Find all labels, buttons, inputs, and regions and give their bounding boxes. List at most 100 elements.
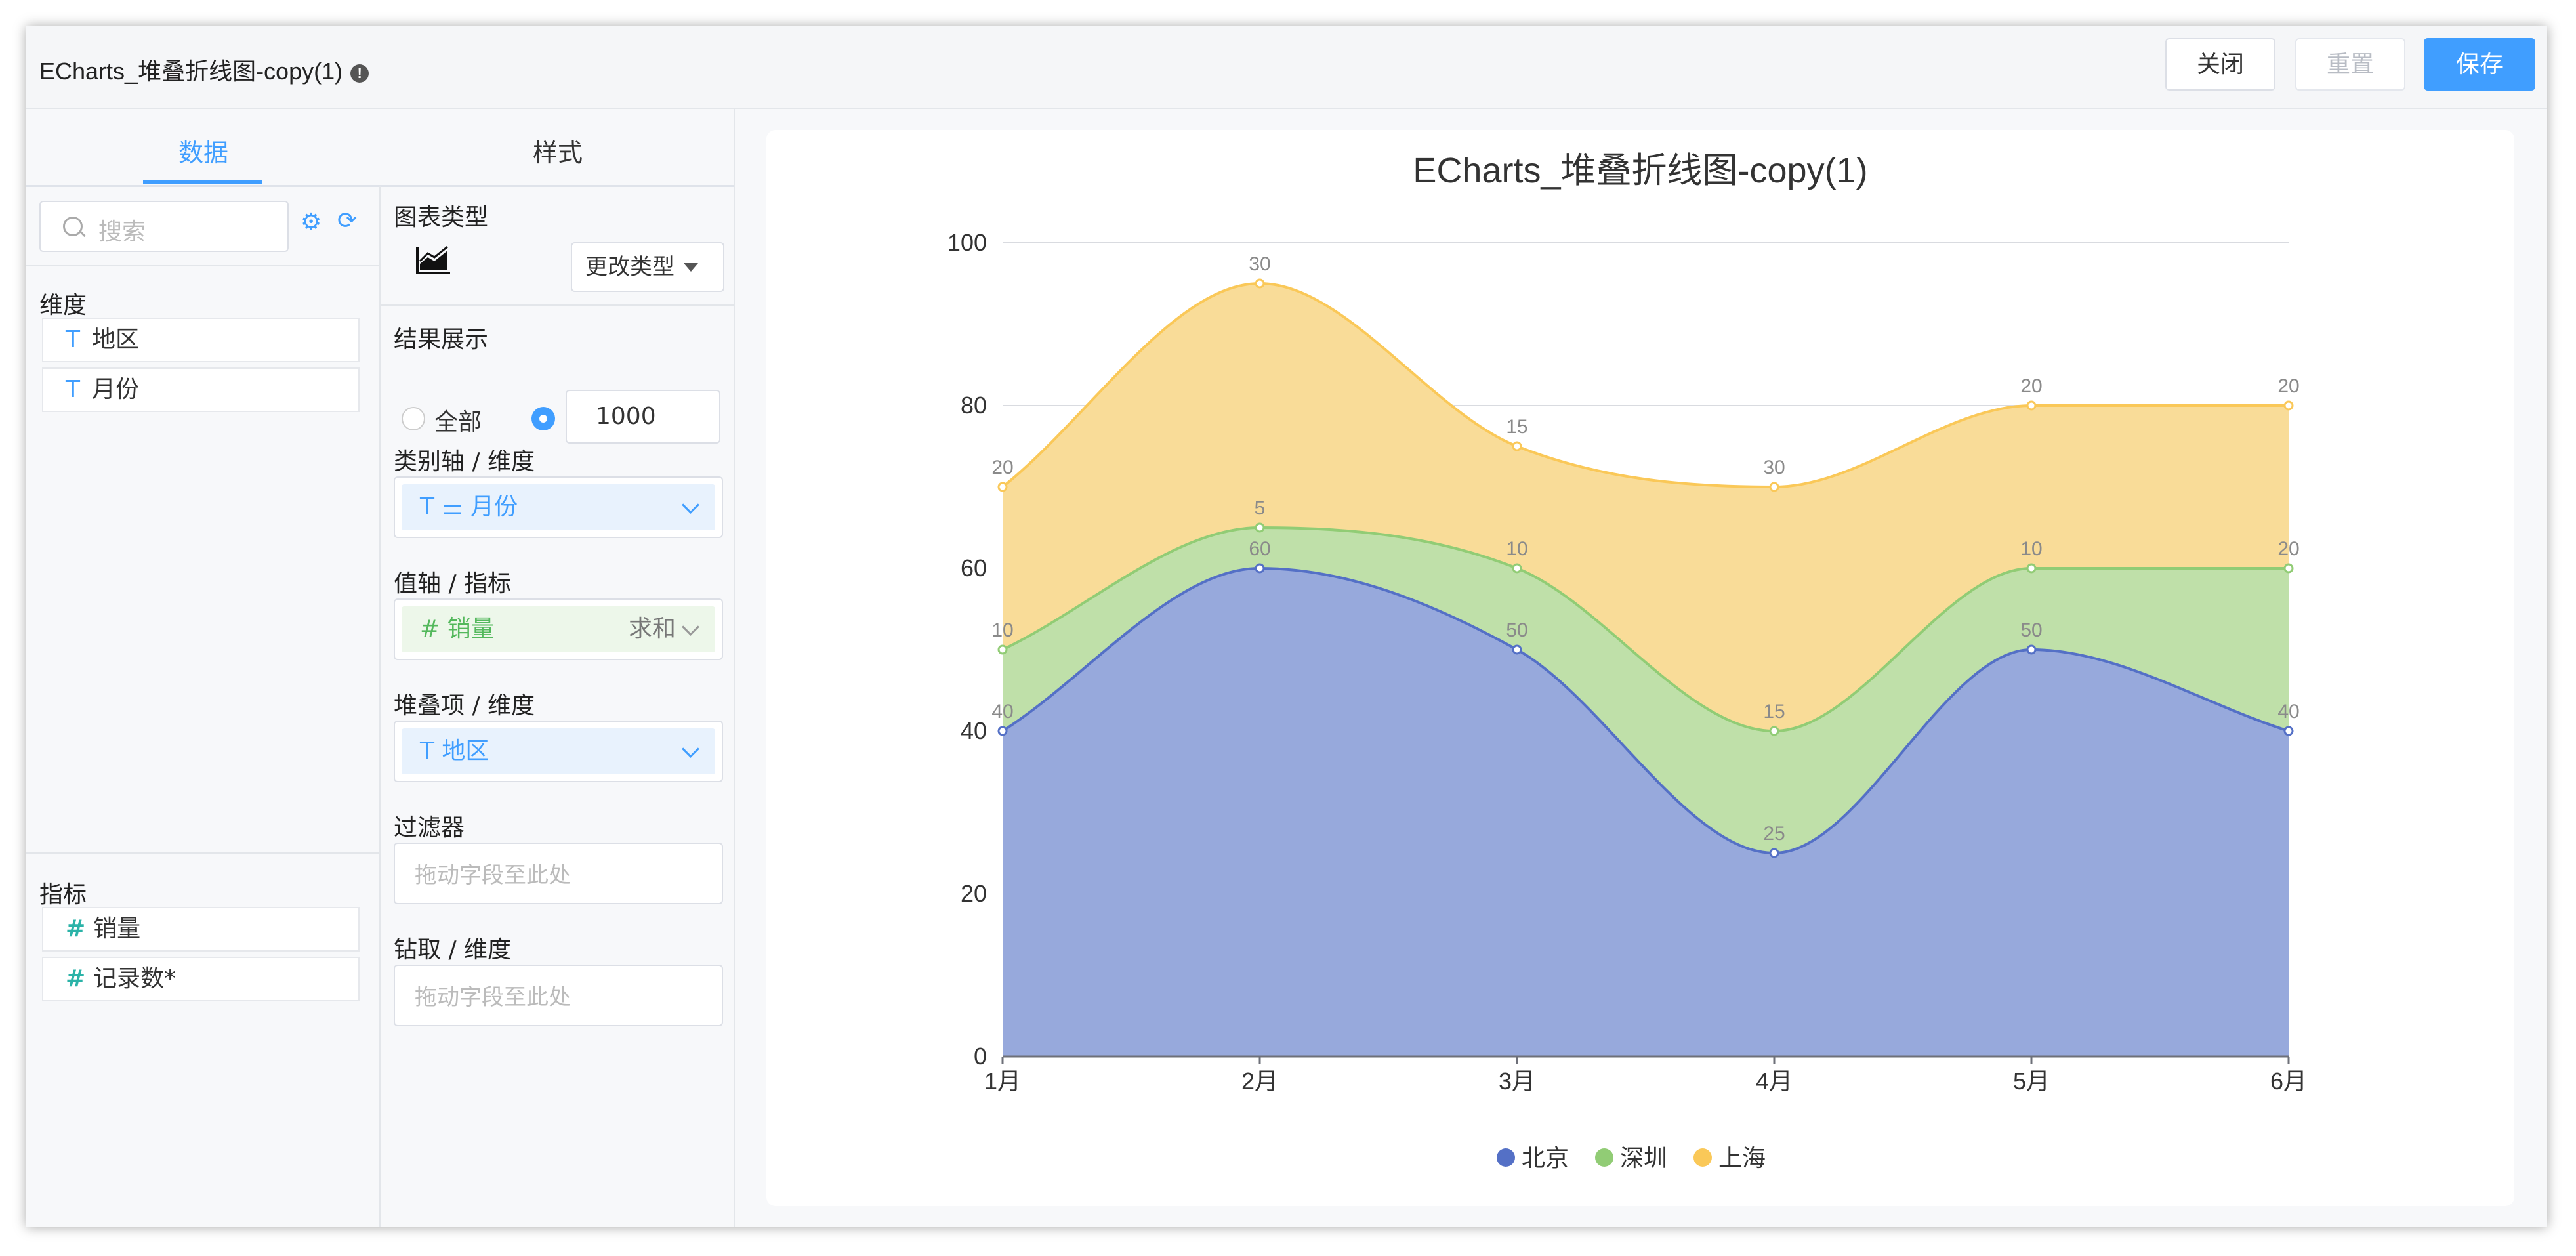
save-button[interactable]: 保存 [2424,38,2535,91]
data-point [997,726,1008,736]
legend-marker [1595,1148,1613,1167]
category-axis-chip-label: T ⚌ 月份 [420,493,518,520]
radio-limit[interactable] [531,407,555,430]
x-tick-label: 1月 [984,1068,1021,1095]
value-axis-chip[interactable]: # 销量 求和 [402,606,715,652]
y-tick-label: 40 [961,717,987,744]
data-point [1769,848,1779,858]
x-tick-label: 2月 [1241,1068,1278,1095]
category-axis-chip[interactable]: T ⚌ 月份 [402,484,715,530]
info-icon[interactable]: ! [350,64,369,83]
data-label: 60 [1249,538,1270,560]
data-label: 20 [991,457,1013,478]
divider [381,304,734,306]
area-chart-icon[interactable] [415,244,451,276]
legend-marker [1693,1148,1712,1167]
data-point [1769,726,1779,736]
legend-item-上海[interactable]: 上海 [1693,1145,1766,1172]
dimension-item-region[interactable]: T 地区 [42,318,360,362]
data-label: 50 [2020,619,2042,641]
search-input[interactable]: 搜索 [39,201,289,252]
value-axis-chip-label: # 销量 [420,616,495,642]
tab-style[interactable]: 样式 [533,133,583,169]
stack-label: 堆叠项 / 维度 [394,692,535,719]
dimension-label: 月份 [92,376,140,403]
y-tick-label: 80 [961,392,987,419]
filter-label: 过滤器 [394,814,465,841]
refresh-icon[interactable]: ⟳ [337,207,357,234]
filter-drop-zone[interactable]: 拖动字段至此处 [394,843,723,904]
dimension-item-month[interactable]: T 月份 [42,367,360,412]
stack-well[interactable]: T 地区 [394,721,723,782]
legend-label: 上海 [1718,1145,1766,1172]
legend-marker [1497,1148,1515,1167]
reset-button[interactable]: 重置 [2295,38,2405,91]
category-axis-well[interactable]: T ⚌ 月份 [394,476,723,538]
data-point [2026,400,2037,411]
data-label: 15 [1506,416,1527,438]
chevron-down-icon[interactable] [682,496,699,514]
divider [26,852,379,854]
active-tab-indicator [143,180,262,184]
filter-placeholder: 拖动字段至此处 [415,862,571,889]
radio-all-label: 全部 [434,409,482,436]
change-type-dropdown[interactable]: 更改类型 [571,242,724,292]
drill-drop-zone[interactable]: 拖动字段至此处 [394,965,723,1026]
stacked-area-chart[interactable]: ECharts_堆叠折线图-copy(1) 40 60 50 25 50 40 10 5 10 1… [766,130,2514,1206]
data-label: 30 [1249,253,1270,275]
number-type-icon: # [66,965,86,992]
divider [26,265,379,266]
data-point [997,482,1008,492]
top-bar: ECharts_堆叠折线图-copy(1)! 关闭 重置 保存 [26,26,2547,109]
text-type-icon: T [66,326,80,353]
data-label: 40 [2277,701,2299,722]
tab-data[interactable]: 数据 [178,133,228,169]
chart-title: ECharts_堆叠折线图-copy(1) [1413,151,1867,190]
data-label: 15 [1763,701,1785,722]
data-point [2283,726,2294,736]
editor-window: ECharts_堆叠折线图-copy(1)! 关闭 重置 保存 数据 样式 搜索… [26,26,2547,1227]
stack-chip[interactable]: T 地区 [402,728,715,774]
chevron-down-icon[interactable] [682,618,699,636]
data-label: 40 [991,701,1013,722]
y-tick-label: 0 [974,1043,987,1070]
legend-label: 北京 [1522,1145,1569,1172]
metric-item-record-count[interactable]: # 记录数* [42,957,360,1001]
chart-type-label: 图表类型 [394,204,489,231]
data-label: 10 [1506,538,1527,560]
radio-all[interactable] [402,407,425,430]
data-point [1255,563,1265,574]
data-label: 50 [1506,619,1527,641]
category-axis-label: 类别轴 / 维度 [394,448,535,475]
data-point [2283,400,2294,411]
close-button[interactable]: 关闭 [2165,38,2275,91]
dimensions-title: 维度 [39,292,87,319]
data-point [1512,563,1522,574]
drill-label: 钻取 / 维度 [394,936,512,963]
data-label: 5 [1255,497,1266,519]
data-label: 20 [2020,375,2042,397]
field-list: 搜索 ⚙ ⟳ 维度 T 地区 T 月份 指标 # 销量 # 记录数* [26,186,381,1227]
gear-icon[interactable]: ⚙ [301,209,322,236]
metric-item-sales[interactable]: # 销量 [42,907,360,952]
data-point [1512,644,1522,655]
data-label: 25 [1763,823,1785,845]
window-title-text: ECharts_堆叠折线图-copy(1) [39,58,343,85]
chart-card: ECharts_堆叠折线图-copy(1) 40 60 50 25 50 40 10 5 10 1… [766,130,2514,1206]
change-type-label: 更改类型 [585,254,675,280]
drill-placeholder: 拖动字段至此处 [415,984,571,1011]
y-tick-label: 20 [961,880,987,907]
dimension-label: 地区 [92,326,140,353]
panel-tabs: 数据 样式 [26,109,734,187]
aggregation-label: 求和 [628,616,676,642]
legend-item-深圳[interactable]: 深圳 [1595,1145,1667,1172]
x-tick-label: 4月 [1756,1068,1793,1095]
chevron-down-icon[interactable] [682,740,699,758]
value-axis-well[interactable]: # 销量 求和 [394,598,723,660]
stack-chip-label: T 地区 [420,738,489,764]
number-type-icon: # [66,915,86,942]
result-limit-input[interactable]: 1000 [566,390,720,444]
legend-item-北京[interactable]: 北京 [1497,1145,1569,1172]
text-type-icon: T [66,376,80,403]
data-point [1255,522,1265,533]
